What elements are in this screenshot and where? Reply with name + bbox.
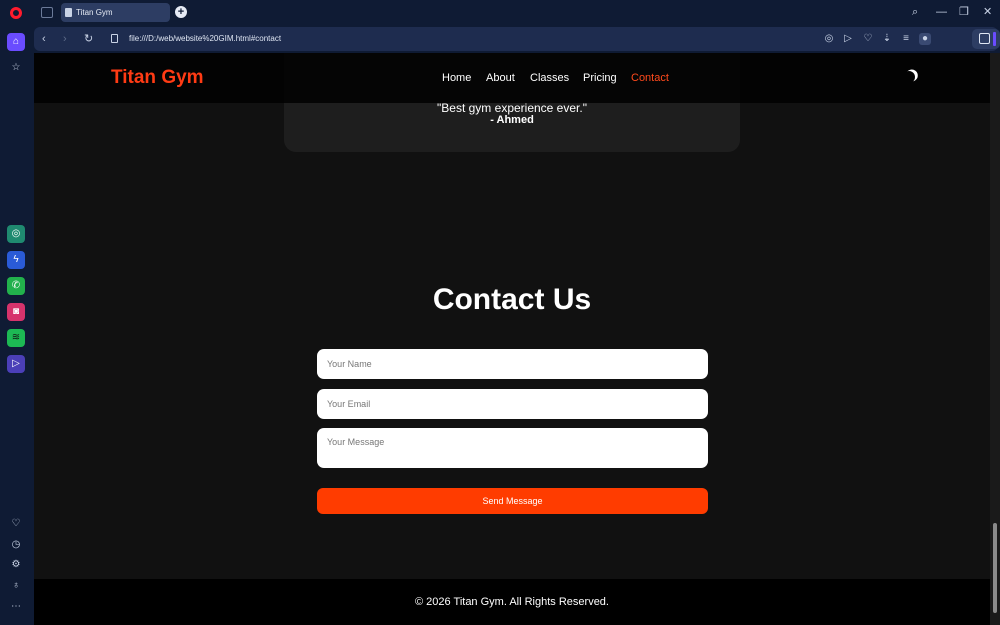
site-brand[interactable]: Titan Gym (111, 67, 204, 89)
star-icon[interactable]: ☆ (7, 59, 25, 77)
nav-contact[interactable]: Contact (631, 72, 669, 84)
testimonial-author: - Ahmed (490, 114, 534, 126)
back-button[interactable]: ‹ (42, 32, 46, 46)
browser-tab[interactable]: Titan Gym (61, 3, 170, 22)
heart-icon[interactable]: ♡ (7, 515, 25, 533)
page-viewport: "Best gym experience ever." - Ahmed Tita… (34, 53, 990, 625)
close-window-button[interactable]: ✕ (983, 5, 992, 19)
scrollbar-thumb[interactable] (993, 523, 997, 613)
browser-sidebar: ⌂ ☆ ◎ ϟ ✆ ◙ ≋ ▷ ♡ ◷ ⚙ ♁ ⋯ (0, 26, 32, 625)
tab-title: Titan Gym (76, 8, 113, 17)
nav-about[interactable]: About (486, 72, 515, 84)
spotify-icon[interactable]: ≋ (7, 329, 25, 347)
easy-setup-icon[interactable]: ≡ (900, 33, 912, 45)
player-icon[interactable]: ▷ (7, 355, 25, 373)
browser-titlebar: Titan Gym + ⌕ — ❐ ✕ (0, 0, 1000, 26)
email-input[interactable] (317, 389, 708, 419)
camera-icon[interactable]: ◎ (823, 33, 835, 45)
opera-logo-icon[interactable] (10, 7, 22, 19)
contact-title: Contact Us (432, 283, 592, 316)
site-navbar: Titan Gym Home About Classes Pricing Con… (34, 53, 990, 103)
address-bar: ‹ › ↻ file:///D:/web/website%20GIM.html#… (34, 27, 1000, 51)
chatgpt-icon[interactable]: ◎ (7, 225, 25, 243)
play-icon[interactable]: ▷ (842, 33, 854, 45)
nav-pricing[interactable]: Pricing (583, 72, 617, 84)
home-icon[interactable]: ⌂ (7, 33, 25, 51)
history-icon[interactable]: ◷ (7, 536, 25, 554)
footer-copyright: © 2026 Titan Gym. All Rights Reserved. (415, 596, 609, 608)
extensions-button[interactable] (972, 29, 1000, 49)
moon-icon[interactable] (902, 70, 916, 84)
search-tabs-icon[interactable]: ⌕ (912, 5, 918, 19)
send-message-button[interactable]: Send Message (317, 488, 708, 514)
restore-button[interactable]: ❐ (959, 5, 969, 19)
nav-home[interactable]: Home (442, 72, 471, 84)
reload-button[interactable]: ↻ (84, 32, 93, 46)
nav-classes[interactable]: Classes (530, 72, 569, 84)
message-input[interactable] (317, 428, 708, 468)
new-tab-button[interactable]: + (175, 6, 187, 18)
url-field[interactable]: file:///D:/web/website%20GIM.html#contac… (129, 27, 281, 51)
more-icon[interactable]: ⋯ (7, 598, 25, 616)
site-footer: © 2026 Titan Gym. All Rights Reserved. (34, 579, 990, 625)
download-icon[interactable]: ⇣ (881, 33, 893, 45)
whatsapp-icon[interactable]: ✆ (7, 277, 25, 295)
page-scrollbar[interactable] (990, 53, 1000, 625)
testimonial-quote: "Best gym experience ever." (437, 101, 587, 115)
instagram-icon[interactable]: ◙ (7, 303, 25, 321)
name-input[interactable] (317, 349, 708, 379)
minimize-button[interactable]: — (936, 5, 947, 19)
document-icon (65, 8, 72, 17)
settings-icon[interactable]: ⚙ (7, 556, 25, 574)
profile-icon[interactable]: ● (919, 33, 931, 45)
heart-icon[interactable]: ♡ (862, 33, 874, 45)
file-icon (111, 34, 118, 43)
forward-button[interactable]: › (63, 32, 67, 46)
accent-bar (993, 32, 996, 46)
messenger-icon[interactable]: ϟ (7, 251, 25, 269)
lightbulb-icon[interactable]: ♁ (7, 577, 25, 595)
tab-islands-icon[interactable] (41, 7, 53, 18)
cube-icon (979, 33, 990, 44)
